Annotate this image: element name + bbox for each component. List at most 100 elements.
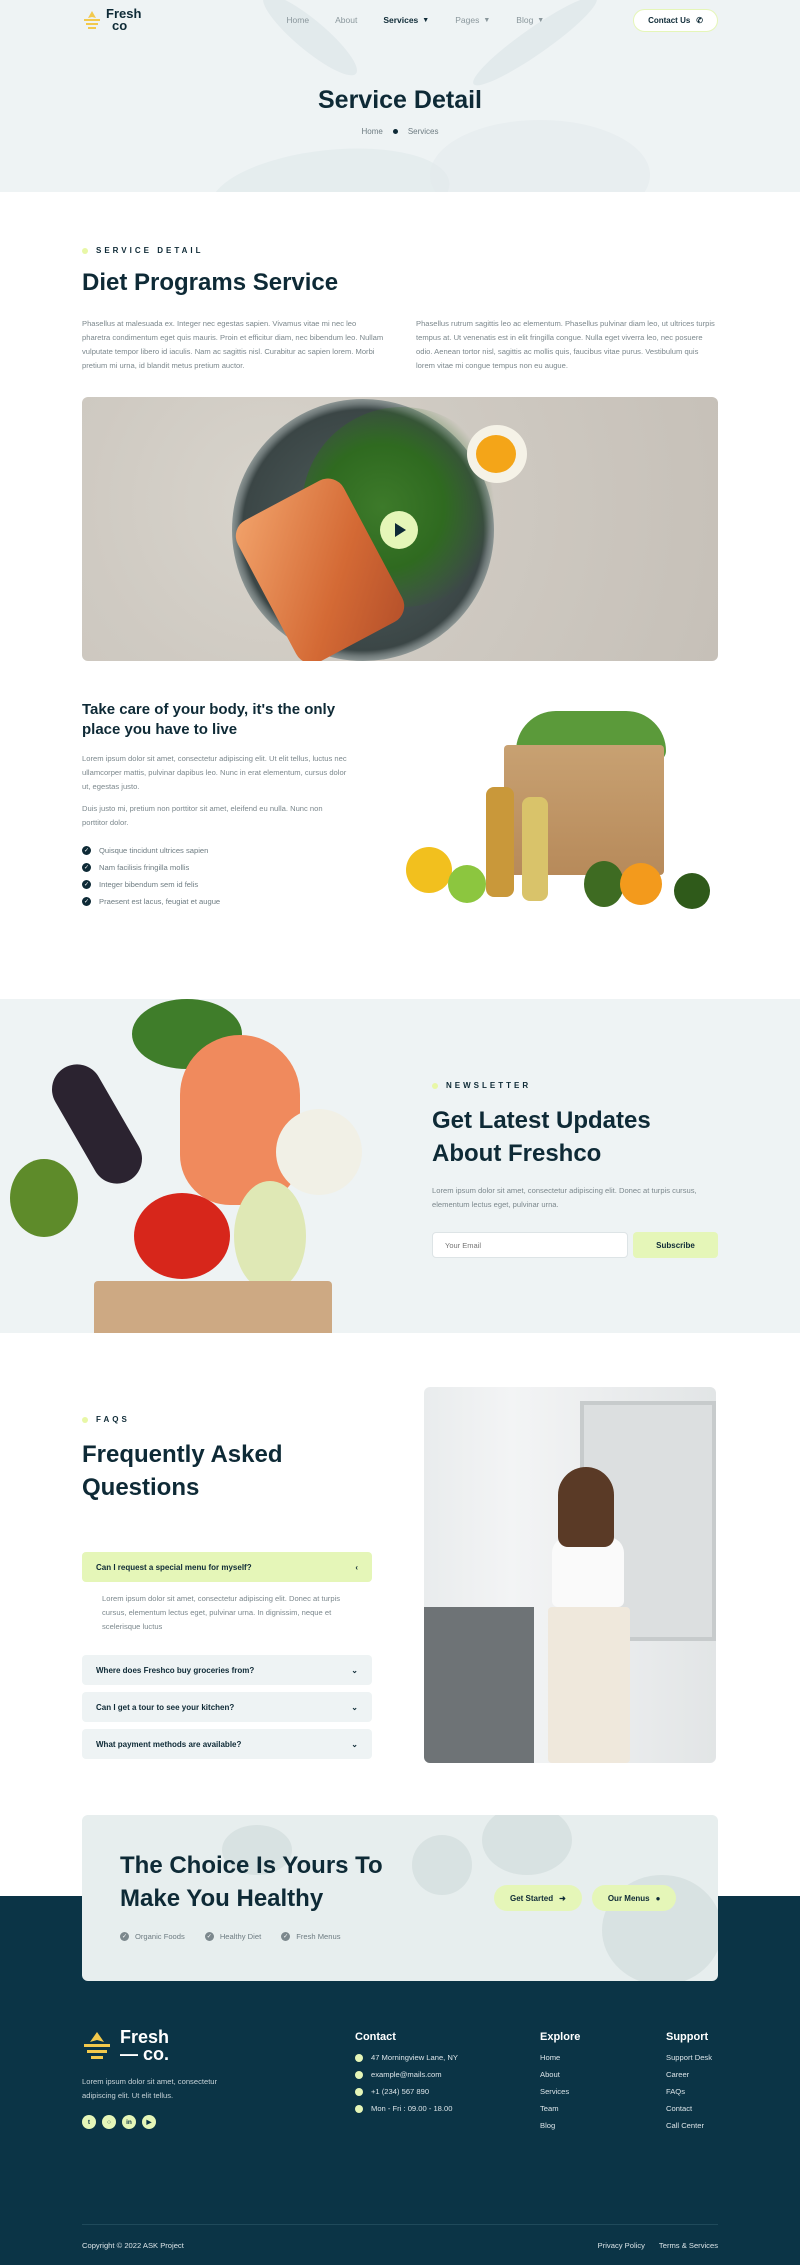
section-eyebrow: NEWSLETTER (432, 1081, 718, 1090)
contact-phone[interactable]: +1 (234) 567 890 (355, 2087, 458, 2096)
orange-illustration (620, 863, 662, 905)
section-eyebrow: SERVICE DETAIL (82, 246, 718, 255)
footer-link[interactable]: Support Desk (666, 2053, 712, 2062)
service-section: SERVICE DETAIL Diet Programs Service Pha… (82, 192, 718, 919)
subscribe-button[interactable]: Subscribe (633, 1232, 718, 1258)
list-item: ✓ Quisque tincidunt ultrices sapien (82, 846, 348, 855)
cta-tag: ✓ Healthy Diet (204, 1932, 261, 1941)
contact-hours-text: Mon - Fri : 09.00 - 18.00 (371, 2104, 453, 2113)
logo-icon (84, 2032, 110, 2059)
lime-illustration (674, 873, 710, 909)
kitchen-photo (424, 1387, 716, 1763)
faq-question-label: Where does Freshco buy groceries from? (96, 1665, 255, 1675)
list-item: ✓ Nam facilisis fringilla mollis (82, 863, 348, 872)
footer-heading: Explore (540, 2031, 581, 2043)
faq-question[interactable]: Can I get a tour to see your kitchen? ⌄ (82, 1692, 372, 1722)
contact-us-label: Contact Us (648, 15, 691, 25)
main-navigation: Fresh co Home About Services ▼ Pages ▼ Blo… (82, 7, 718, 32)
linkedin-icon[interactable]: in (122, 2115, 136, 2129)
footer-link[interactable]: Services (540, 2087, 580, 2096)
care-block: Take care of your body, it's the only pl… (82, 697, 718, 919)
avocado-illustration (10, 1159, 78, 1237)
cta-tag-label: Fresh Menus (296, 1932, 341, 1941)
terms-link[interactable]: Terms & Services (659, 2241, 718, 2250)
newsletter-section: NEWSLETTER Get Latest Updates About Fres… (0, 999, 800, 1333)
play-icon[interactable] (380, 511, 418, 549)
nav-item-home[interactable]: Home (286, 15, 309, 25)
tomatoes-illustration (134, 1193, 230, 1279)
email-field[interactable] (432, 1232, 628, 1258)
cta-tag: ✓ Fresh Menus (281, 1932, 341, 1941)
service-title: Diet Programs Service (82, 269, 339, 296)
checklist-label: Nam facilisis fringilla mollis (99, 863, 190, 872)
footer-link[interactable]: Call Center (666, 2121, 712, 2130)
avocado-illustration (584, 861, 624, 907)
youtube-icon[interactable]: ▶ (142, 2115, 156, 2129)
footer-zone: The Choice Is Yours To Make You Healthy … (0, 1815, 800, 2265)
instagram-icon[interactable]: ○ (102, 2115, 116, 2129)
faq-section: FAQS Frequently Asked Questions Can I re… (82, 1387, 718, 1763)
footer-logo[interactable]: Fresh — co. (82, 2028, 252, 2064)
contact-email[interactable]: example@mails.com (355, 2070, 458, 2079)
privacy-policy-link[interactable]: Privacy Policy (598, 2241, 645, 2250)
our-menus-button[interactable]: Our Menus ● (591, 1885, 677, 1911)
checklist-label: Quisque tincidunt ultrices sapien (99, 846, 209, 855)
our-menus-label: Our Menus (607, 1893, 650, 1903)
care-paragraph: Lorem ipsum dolor sit amet, consectetur … (82, 754, 347, 791)
list-item: ✓ Praesent est lacus, feugiat et augue (82, 897, 348, 906)
footer-link[interactable]: Contact (666, 2104, 712, 2113)
footer-brand-line2: — co. (120, 2044, 170, 2064)
service-paragraph-left: Phasellus at malesuada ex. Integer nec e… (82, 319, 384, 370)
contact-email-text: example@mails.com (371, 2070, 442, 2079)
footer-bottom-bar: Copyright © 2022 ASK Project Privacy Pol… (82, 2224, 718, 2250)
nav-item-blog[interactable]: Blog ▼ (516, 15, 544, 25)
check-icon: ✓ (82, 846, 91, 855)
paper-bag-illustration (94, 1281, 332, 1333)
footer-brand: Fresh — co. Lorem ipsum dolor sit amet, … (82, 2028, 252, 2129)
faq-question[interactable]: Where does Freshco buy groceries from? ⌄ (82, 1655, 372, 1685)
phone-icon (355, 2087, 363, 2096)
nav-item-pages[interactable]: Pages ▼ (455, 15, 490, 25)
nav-item-label: Pages (455, 15, 480, 25)
get-started-button[interactable]: Get Started ➜ (494, 1885, 582, 1911)
checklist-label: Integer bibendum sem id felis (99, 880, 199, 889)
footer-link[interactable]: About (540, 2070, 580, 2079)
service-video[interactable] (82, 397, 718, 661)
check-icon: ✓ (82, 897, 91, 906)
check-icon: ✓ (82, 880, 91, 889)
footer-link[interactable]: Career (666, 2070, 712, 2079)
brand-logo[interactable]: Fresh co (82, 7, 141, 32)
vegetables-image (0, 999, 400, 1333)
cauliflower-illustration (276, 1109, 362, 1195)
eyebrow-dot (82, 247, 88, 254)
footer-link[interactable]: Team (540, 2104, 580, 2113)
faq-question-open[interactable]: Can I request a special menu for myself?… (82, 1552, 372, 1582)
cta-background-shape (482, 1815, 572, 1875)
contact-us-button[interactable]: Contact Us ✆ (633, 8, 718, 32)
service-paragraph-right: Phasellus rutrum sagittis leo ac element… (416, 319, 715, 370)
twitter-icon[interactable]: t (82, 2115, 96, 2129)
breadcrumb-separator (392, 129, 398, 135)
eyebrow-label: NEWSLETTER (446, 1081, 532, 1090)
footer-link[interactable]: Home (540, 2053, 580, 2062)
footer-link[interactable]: Blog (540, 2121, 580, 2130)
kitchen-counter-illustration (424, 1607, 534, 1763)
footer-link[interactable]: FAQs (666, 2087, 712, 2096)
chevron-down-icon: ▼ (483, 16, 491, 24)
nav-item-about[interactable]: About (335, 15, 357, 25)
eyebrow-label: FAQS (96, 1415, 130, 1424)
bottle-illustration (522, 797, 548, 901)
nav-item-services[interactable]: Services ▼ (383, 15, 429, 25)
woman-illustration (558, 1467, 614, 1547)
faq-question-label: What payment methods are available? (96, 1739, 242, 1749)
eyebrow-dot (432, 1082, 438, 1089)
newsletter-content: NEWSLETTER Get Latest Updates About Fres… (432, 1081, 718, 1258)
newsletter-title: Get Latest Updates About Freshco (432, 1107, 651, 1167)
nav-item-label: About (335, 15, 358, 25)
breadcrumb-home[interactable]: Home (361, 127, 382, 136)
breadcrumb: Home Services (0, 127, 800, 136)
faq-question-label: Can I get a tour to see your kitchen? (96, 1702, 235, 1712)
grocery-bag-image (406, 697, 718, 919)
faq-question-label: Can I request a special menu for myself? (96, 1562, 252, 1572)
faq-question[interactable]: What payment methods are available? ⌄ (82, 1729, 372, 1759)
